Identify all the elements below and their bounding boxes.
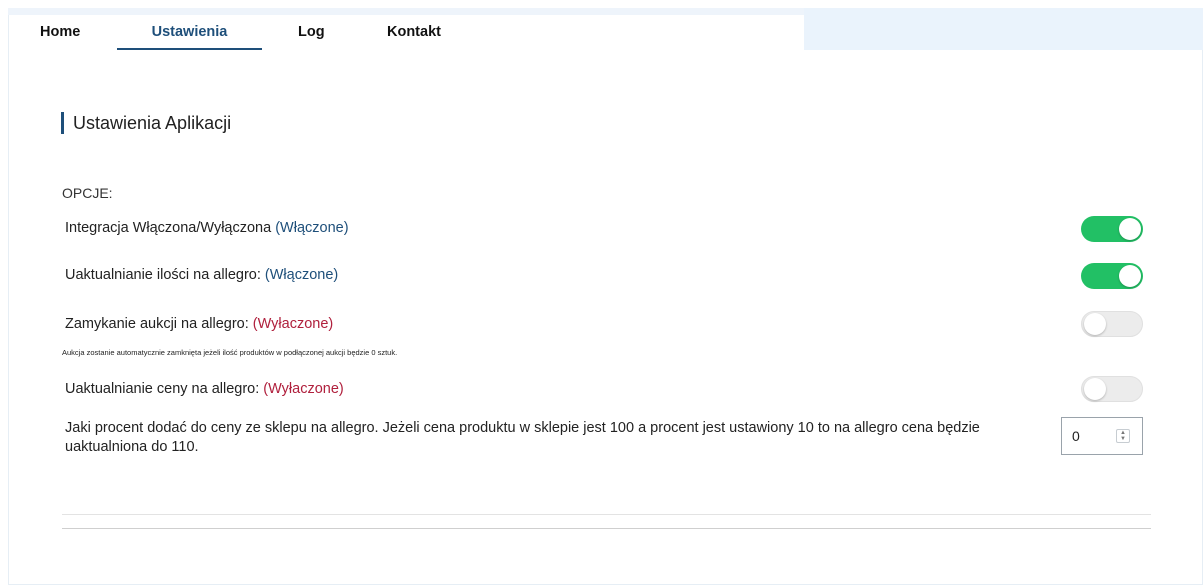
setting-status: (Wyłaczone): [252, 316, 334, 332]
tab-ustawienia[interactable]: Ustawienia: [117, 8, 262, 50]
auction-close-toggle[interactable]: [1081, 311, 1143, 337]
percent-value-field[interactable]: [1072, 428, 1122, 444]
divider: [62, 514, 1151, 515]
percent-description: Jaki procent dodać do ceny ze sklepu na …: [65, 420, 980, 455]
tab-kontakt[interactable]: Kontakt: [357, 8, 477, 50]
percent-input[interactable]: ▲▼: [1061, 417, 1143, 455]
setting-quantity-label: Uaktualnianie ilości na allegro: (Włączo…: [65, 267, 338, 283]
toggle-knob: [1084, 313, 1106, 335]
tab-home[interactable]: Home: [22, 8, 117, 50]
options-header: OPCJE:: [62, 185, 113, 201]
auction-close-note: Aukcja zostanie automatycznie zamknięta …: [62, 348, 398, 357]
toggle-knob: [1119, 218, 1141, 240]
toggle-knob: [1119, 265, 1141, 287]
setting-status: (Wyłaczone): [263, 381, 344, 397]
setting-auction-close-label: Zamykanie aukcji na allegro: (Wyłaczone): [65, 316, 333, 332]
app-frame: [8, 8, 1203, 585]
quantity-toggle[interactable]: [1081, 263, 1143, 289]
tab-log[interactable]: Log: [262, 8, 357, 50]
price-toggle[interactable]: [1081, 376, 1143, 402]
setting-label-text: Zamykanie aukcji na allegro:: [65, 316, 249, 332]
spinner-icon[interactable]: ▲ ▼: [1116, 429, 1130, 443]
toggle-knob: [1084, 378, 1106, 400]
setting-label-text: Uaktualnianie ilości na allegro:: [65, 267, 261, 283]
header-fill: [804, 8, 1203, 50]
setting-label-text: Uaktualnianie ceny na allegro:: [65, 381, 260, 397]
divider: [62, 528, 1151, 529]
setting-price-label: Uaktualnianie ceny na allegro: (Wyłaczon…: [65, 381, 344, 397]
setting-status: (Włączone): [275, 220, 349, 236]
setting-status: (Włączone): [264, 267, 339, 283]
top-nav: Home Ustawienia Log Kontakt: [22, 8, 477, 50]
page-title: Ustawienia Aplikacji: [61, 112, 231, 134]
setting-integration-label: Integracja Włączona/Wyłączona (Włączone): [65, 220, 349, 236]
integration-toggle[interactable]: [1081, 216, 1143, 242]
setting-label-text: Integracja Włączona/Wyłączona: [65, 220, 272, 236]
